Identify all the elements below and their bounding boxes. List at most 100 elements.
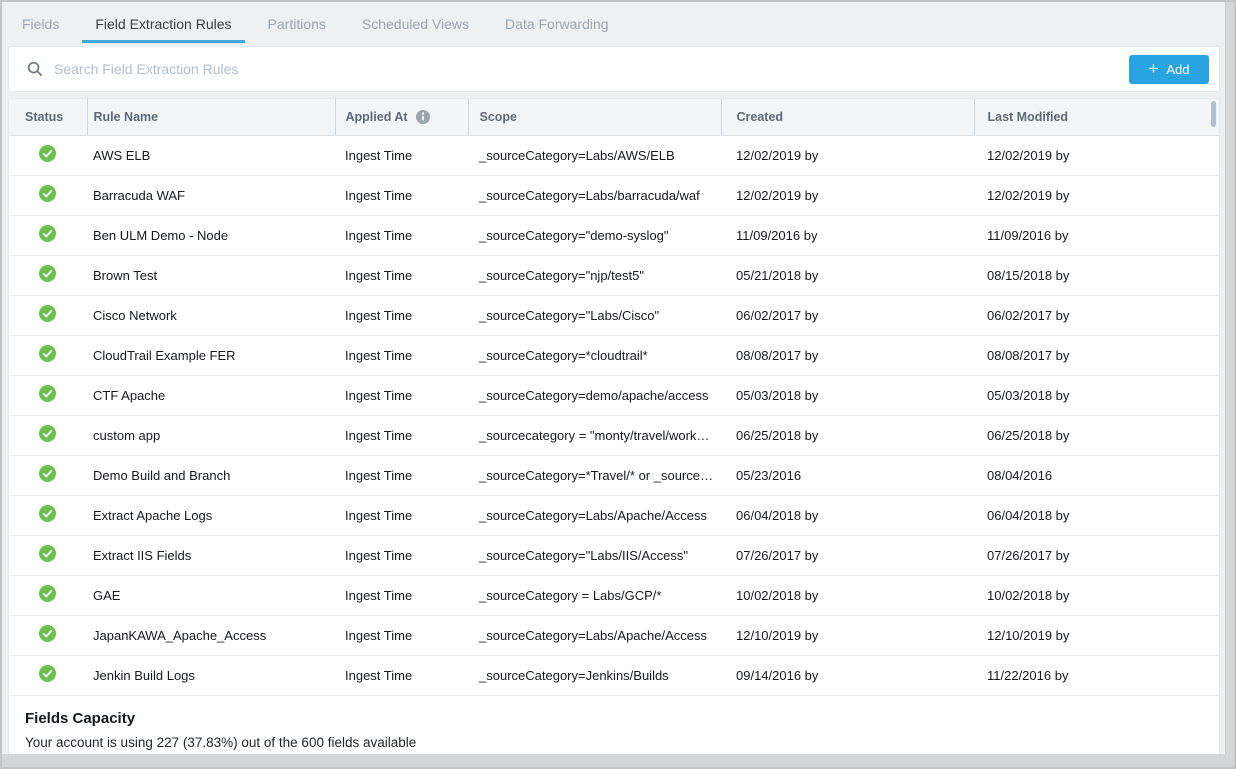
info-icon[interactable] — [416, 110, 430, 124]
column-header-last-modified: Last Modified — [974, 99, 1219, 135]
applied-at-cell: Ingest Time — [335, 415, 468, 455]
rules-table: Status Rule Name Applied At — [9, 99, 1219, 695]
column-header-rule-name: Rule Name — [87, 99, 335, 135]
created-cell: 05/23/2016 — [721, 455, 974, 495]
table-header: Status Rule Name Applied At — [9, 99, 1219, 135]
status-cell — [9, 135, 87, 175]
rule-name-cell: CloudTrail Example FER — [87, 335, 335, 375]
table-row[interactable]: CTF Apache Ingest Time _sourceCategory=d… — [9, 375, 1219, 415]
column-header-applied-at: Applied At — [335, 99, 468, 135]
check-circle-icon — [39, 665, 56, 682]
rule-name-cell: Cisco Network — [87, 295, 335, 335]
rule-name-cell: CTF Apache — [87, 375, 335, 415]
status-cell — [9, 655, 87, 695]
applied-at-cell: Ingest Time — [335, 615, 468, 655]
check-circle-icon — [39, 625, 56, 642]
applied-at-cell: Ingest Time — [335, 175, 468, 215]
last-modified-cell: 11/09/2016 by — [974, 215, 1219, 255]
scope-cell: _sourceCategory="njp/test5" — [468, 255, 721, 295]
applied-at-cell: Ingest Time — [335, 495, 468, 535]
last-modified-cell: 11/22/2016 by — [974, 655, 1219, 695]
scope-cell: _sourceCategory=*Travel/* or _source… — [468, 455, 721, 495]
table-row[interactable]: GAE Ingest Time _sourceCategory = Labs/G… — [9, 575, 1219, 615]
fields-capacity-title: Fields Capacity — [25, 710, 1203, 727]
status-cell — [9, 495, 87, 535]
scope-cell: _sourceCategory=Labs/Apache/Access — [468, 615, 721, 655]
created-cell: 06/02/2017 by — [721, 295, 974, 335]
table-row[interactable]: Extract Apache Logs Ingest Time _sourceC… — [9, 495, 1219, 535]
applied-at-cell: Ingest Time — [335, 215, 468, 255]
fields-capacity-section: Fields Capacity Your account is using 22… — [9, 695, 1219, 754]
applied-at-cell: Ingest Time — [335, 255, 468, 295]
table-row[interactable]: Extract IIS Fields Ingest Time _sourceCa… — [9, 535, 1219, 575]
last-modified-cell: 07/26/2017 by — [974, 535, 1219, 575]
column-header-scope: Scope — [468, 99, 721, 135]
created-cell: 05/03/2018 by — [721, 375, 974, 415]
table-row[interactable]: JapanKAWA_Apache_Access Ingest Time _sou… — [9, 615, 1219, 655]
tab-bar: Fields Field Extraction Rules Partitions… — [2, 2, 1225, 45]
tab-scheduled-views[interactable]: Scheduled Views — [349, 2, 482, 45]
scope-cell: _sourceCategory=Jenkins/Builds — [468, 655, 721, 695]
created-cell: 08/08/2017 by — [721, 335, 974, 375]
scope-cell: _sourceCategory=Labs/AWS/ELB — [468, 135, 721, 175]
created-cell: 06/04/2018 by — [721, 495, 974, 535]
rule-name-cell: Demo Build and Branch — [87, 455, 335, 495]
table-row[interactable]: Ben ULM Demo - Node Ingest Time _sourceC… — [9, 215, 1219, 255]
last-modified-cell: 05/03/2018 by — [974, 375, 1219, 415]
created-cell: 11/09/2016 by — [721, 215, 974, 255]
applied-at-cell: Ingest Time — [335, 655, 468, 695]
check-circle-icon — [39, 545, 56, 562]
table-row[interactable]: Cisco Network Ingest Time _sourceCategor… — [9, 295, 1219, 335]
scrollbar-thumb[interactable] — [1211, 101, 1216, 127]
created-cell: 12/02/2019 by — [721, 175, 974, 215]
last-modified-cell: 08/08/2017 by — [974, 335, 1219, 375]
app-panel: Fields Field Extraction Rules Partitions… — [2, 2, 1226, 754]
created-cell: 09/14/2016 by — [721, 655, 974, 695]
check-circle-icon — [39, 265, 56, 282]
tab-field-extraction-rules[interactable]: Field Extraction Rules — [82, 2, 244, 45]
table-row[interactable]: Jenkin Build Logs Ingest Time _sourceCat… — [9, 655, 1219, 695]
table-row[interactable]: Demo Build and Branch Ingest Time _sourc… — [9, 455, 1219, 495]
search-input[interactable] — [54, 61, 1129, 77]
status-cell — [9, 615, 87, 655]
tab-fields[interactable]: Fields — [9, 2, 72, 45]
rule-name-cell: Barracuda WAF — [87, 175, 335, 215]
rule-name-cell: Extract Apache Logs — [87, 495, 335, 535]
created-cell: 05/21/2018 by — [721, 255, 974, 295]
check-circle-icon — [39, 385, 56, 402]
rule-name-cell: JapanKAWA_Apache_Access — [87, 615, 335, 655]
applied-at-label: Applied At — [346, 110, 408, 124]
status-cell — [9, 455, 87, 495]
column-header-status: Status — [9, 99, 87, 135]
window: Fields Field Extraction Rules Partitions… — [0, 0, 1236, 769]
table-row[interactable]: CloudTrail Example FER Ingest Time _sour… — [9, 335, 1219, 375]
table-body: AWS ELB Ingest Time _sourceCategory=Labs… — [9, 135, 1219, 695]
created-cell: 07/26/2017 by — [721, 535, 974, 575]
applied-at-cell: Ingest Time — [335, 135, 468, 175]
rule-name-cell: Jenkin Build Logs — [87, 655, 335, 695]
rules-table-card: Status Rule Name Applied At — [8, 98, 1220, 754]
add-button[interactable]: + Add — [1129, 55, 1209, 84]
table-row[interactable]: Barracuda WAF Ingest Time _sourceCategor… — [9, 175, 1219, 215]
rule-name-cell: Ben ULM Demo - Node — [87, 215, 335, 255]
check-circle-icon — [39, 225, 56, 242]
tab-data-forwarding[interactable]: Data Forwarding — [492, 2, 622, 45]
check-circle-icon — [39, 465, 56, 482]
table-row[interactable]: Brown Test Ingest Time _sourceCategory="… — [9, 255, 1219, 295]
status-cell — [9, 535, 87, 575]
tab-partitions[interactable]: Partitions — [255, 2, 339, 45]
scope-cell: _sourceCategory=*cloudtrail* — [468, 335, 721, 375]
last-modified-cell: 12/02/2019 by — [974, 135, 1219, 175]
applied-at-cell: Ingest Time — [335, 535, 468, 575]
last-modified-cell: 08/04/2016 — [974, 455, 1219, 495]
table-row[interactable]: custom app Ingest Time _sourcecategory =… — [9, 415, 1219, 455]
applied-at-cell: Ingest Time — [335, 335, 468, 375]
add-button-label: Add — [1166, 62, 1189, 77]
table-row[interactable]: AWS ELB Ingest Time _sourceCategory=Labs… — [9, 135, 1219, 175]
scope-cell: _sourceCategory=demo/apache/access — [468, 375, 721, 415]
scope-cell: _sourceCategory=Labs/barracuda/waf — [468, 175, 721, 215]
rule-name-cell: custom app — [87, 415, 335, 455]
check-circle-icon — [39, 305, 56, 322]
fields-capacity-usage: Your account is using 227 (37.83%) out o… — [25, 735, 1203, 750]
column-header-created: Created — [721, 99, 974, 135]
